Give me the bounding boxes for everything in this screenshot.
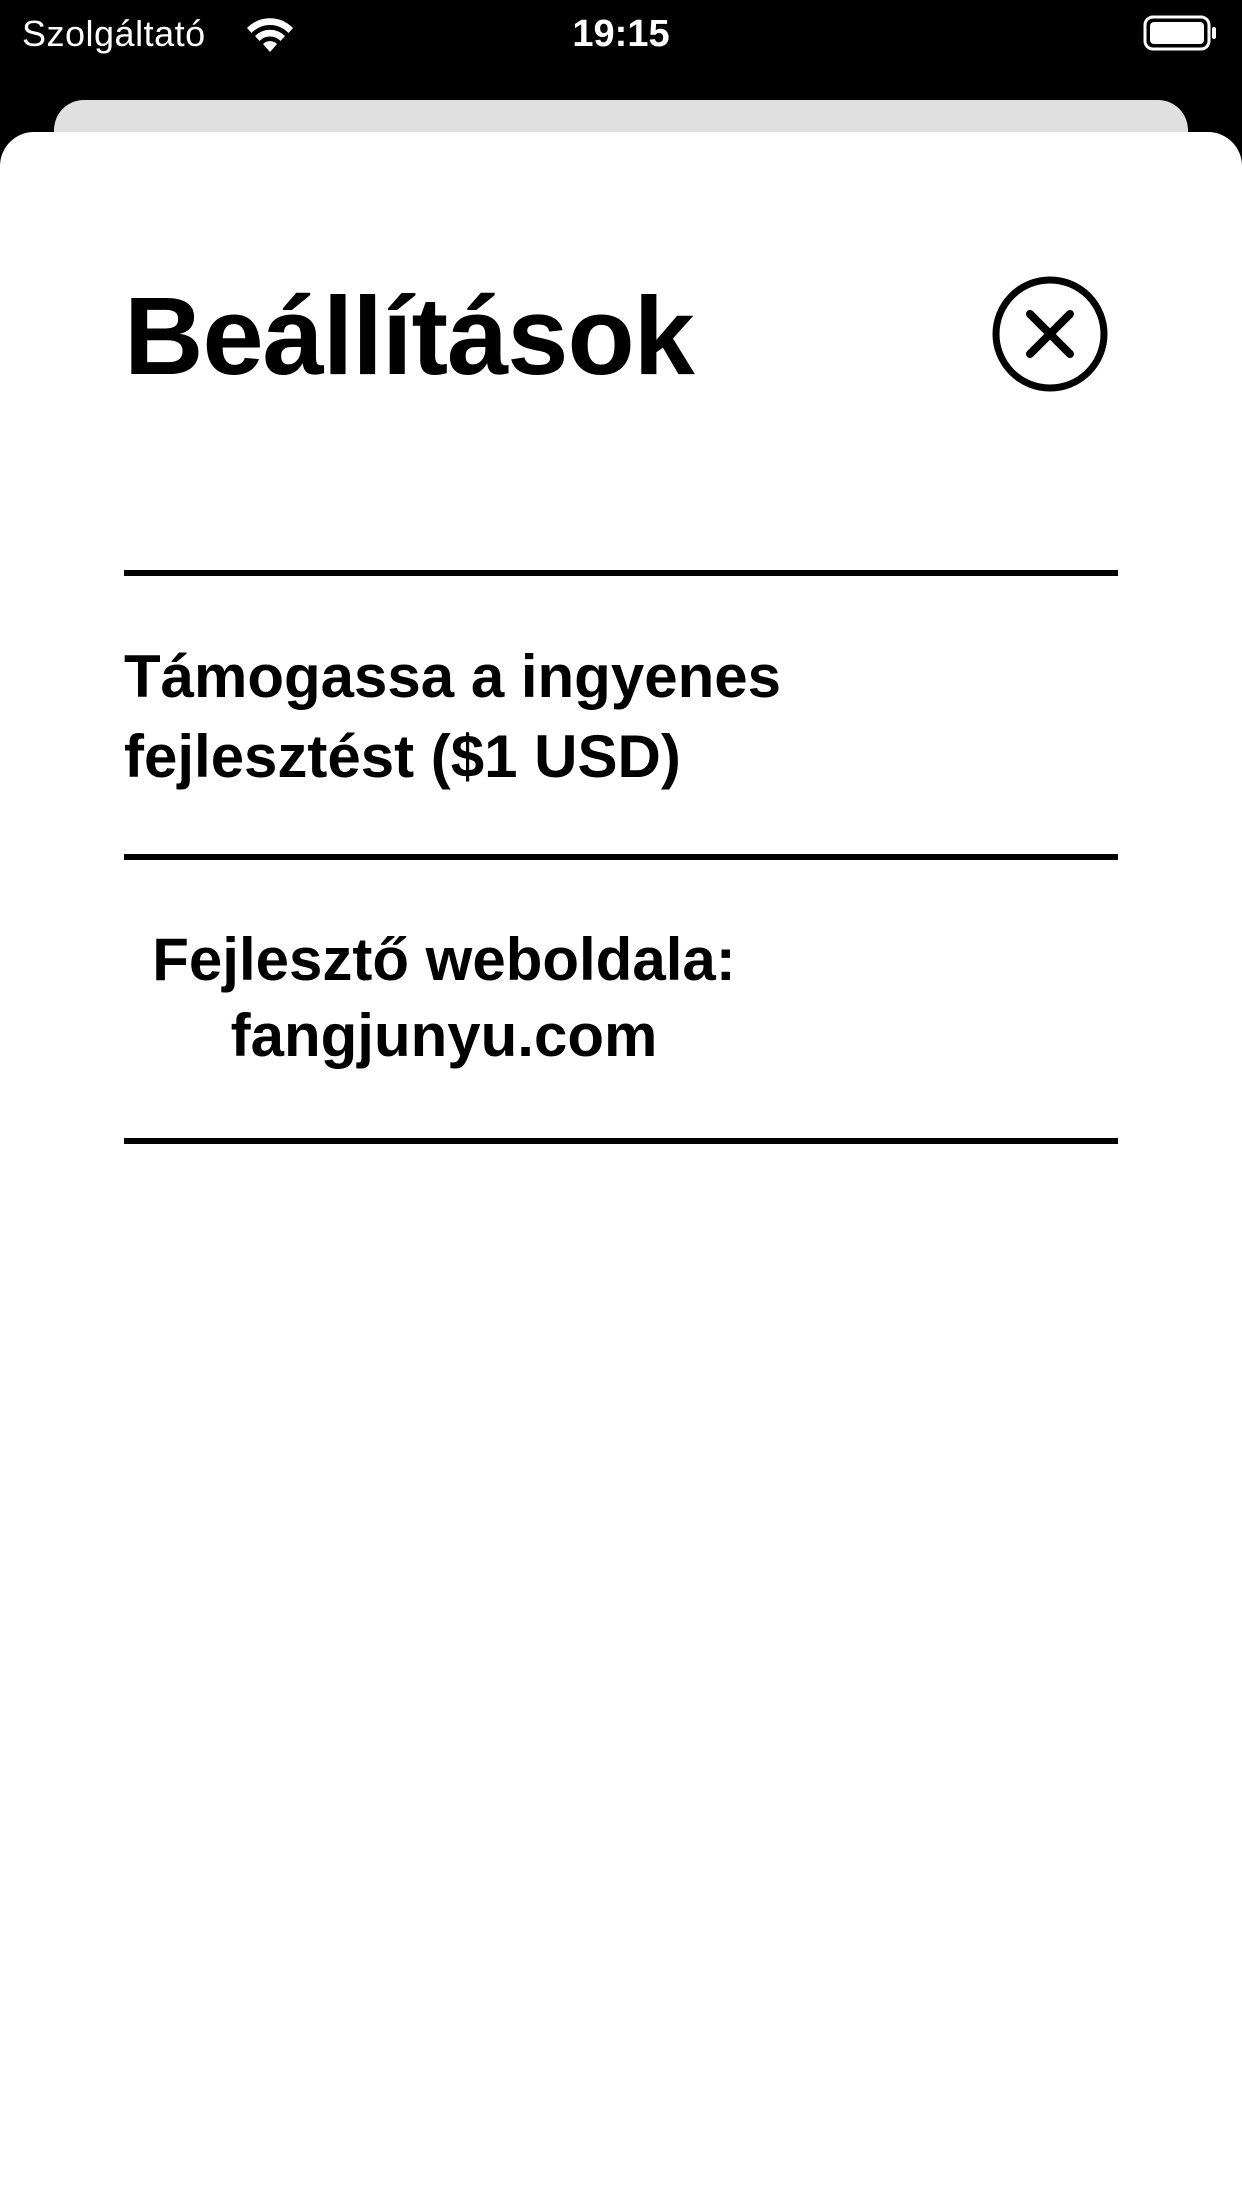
divider-bottom: [124, 1138, 1118, 1144]
support-development-label: Támogassa a ingyenes fejlesztést ($1 USD…: [124, 643, 781, 790]
developer-website-link[interactable]: Fejlesztő weboldala: fangjunyu.com: [124, 922, 1118, 1102]
page-title: Beállítások: [124, 275, 695, 398]
support-development-button[interactable]: Támogassa a ingyenes fejlesztést ($1 USD…: [124, 637, 1118, 807]
divider-middle: [124, 854, 1118, 860]
settings-sheet: Beállítások Támogassa a ingyenes fejlesz…: [0, 132, 1242, 2208]
battery-full-icon: [1143, 15, 1216, 51]
screen: Szolgáltató 19:15 Beállítások Támogassa …: [0, 0, 1242, 2208]
developer-website-label: Fejlesztő weboldala: fangjunyu.com: [152, 926, 736, 1069]
close-icon[interactable]: [990, 274, 1110, 394]
divider-top: [124, 570, 1118, 576]
status-bar: Szolgáltató 19:15: [0, 0, 1242, 70]
clock: 19:15: [572, 13, 670, 55]
